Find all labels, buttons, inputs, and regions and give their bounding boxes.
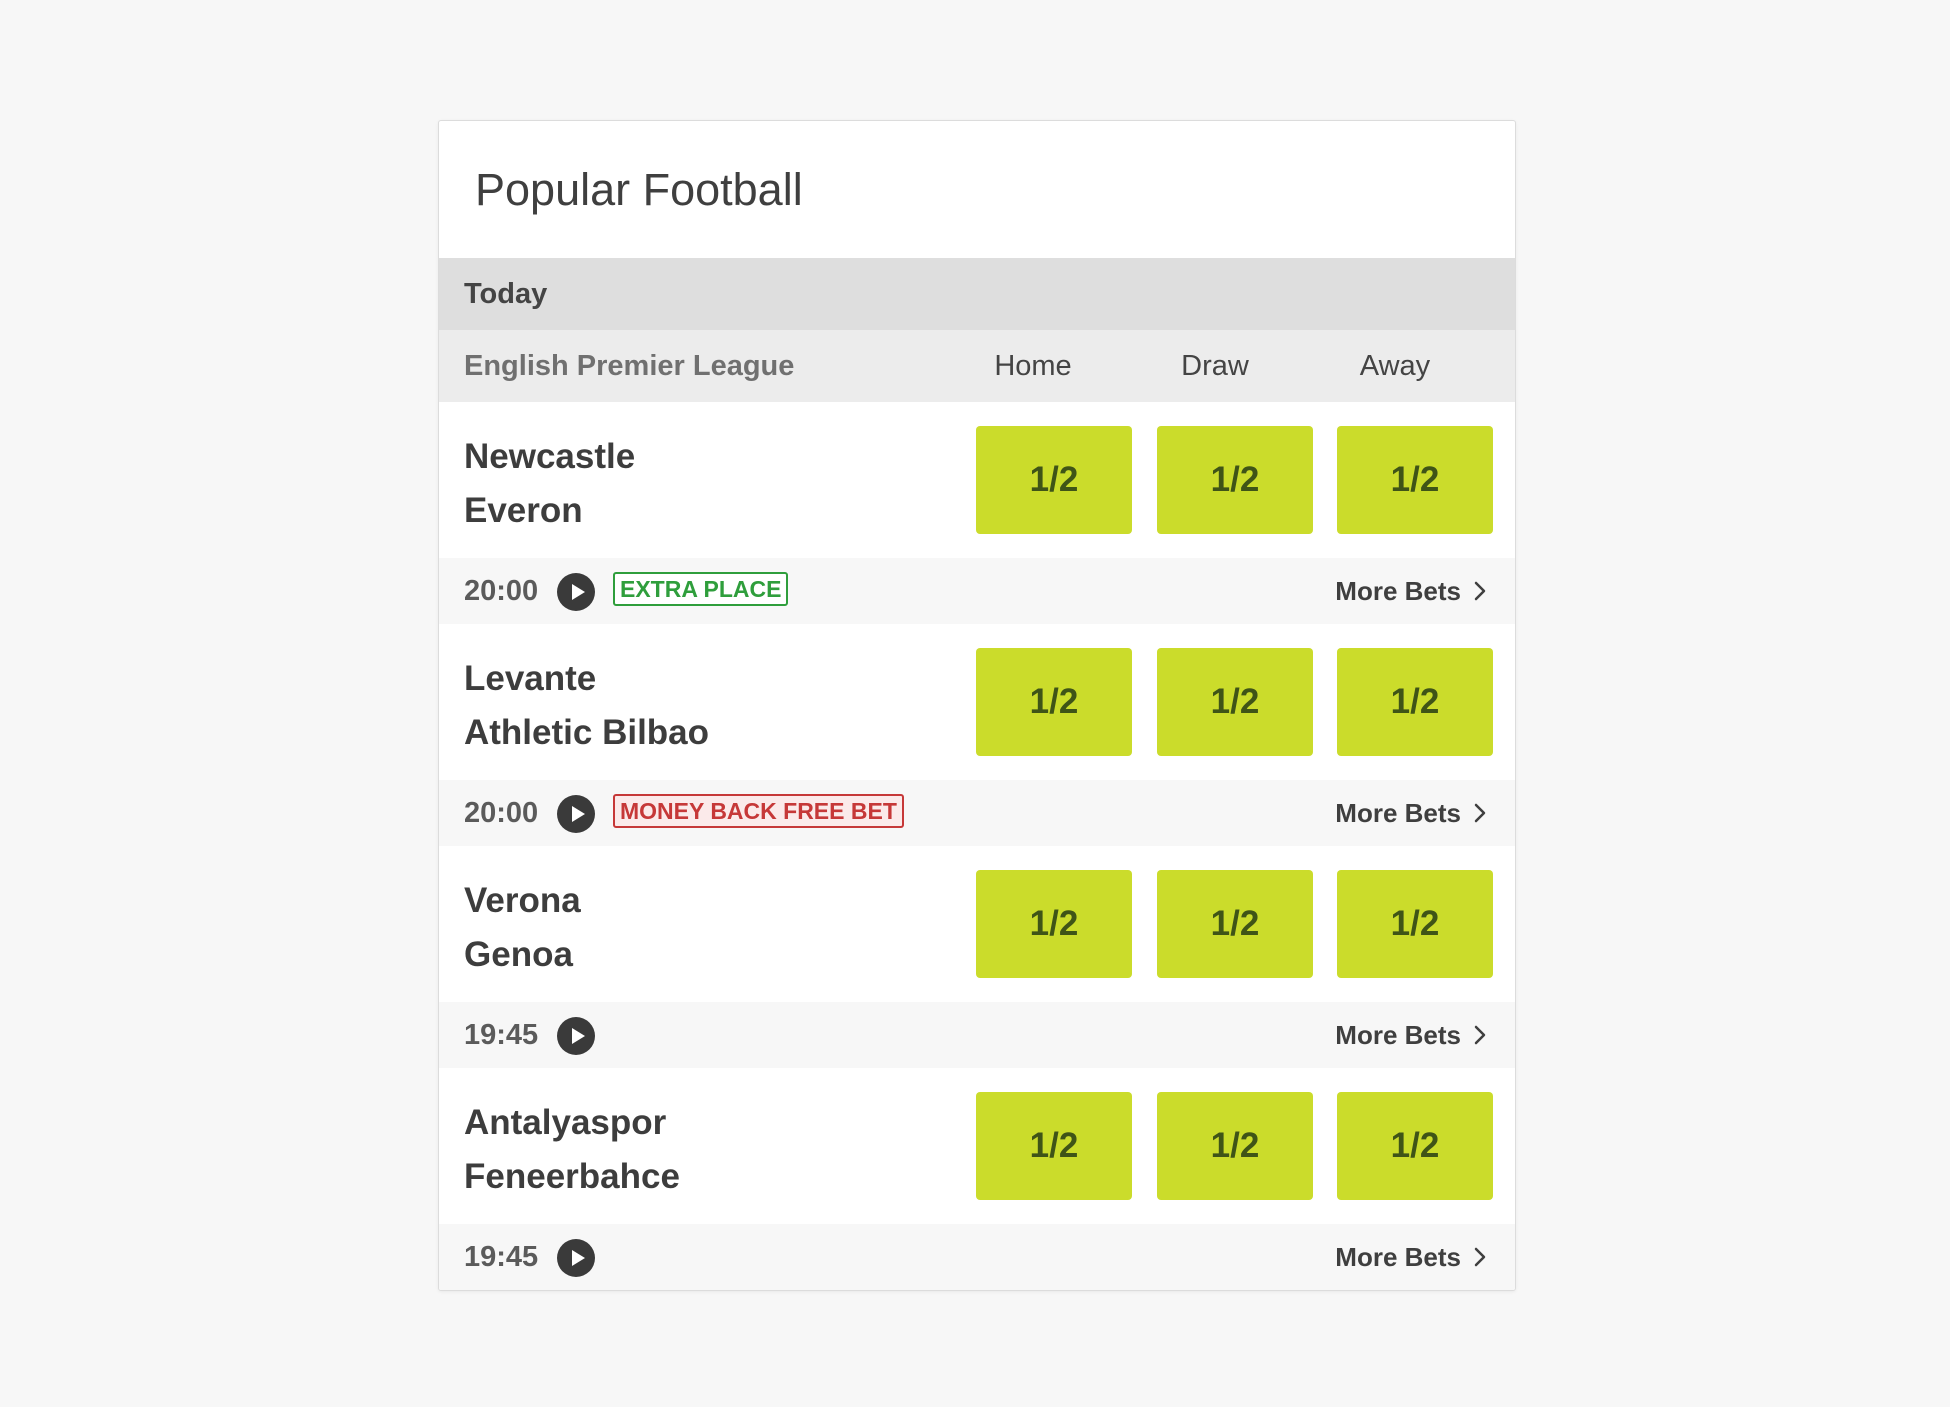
- events-list: Newcastle Everon 1/2 1/2 1/2 20:00 EXTRA…: [439, 402, 1515, 1290]
- chevron-right-icon: [1474, 1247, 1486, 1267]
- odds-away-button[interactable]: 1/2: [1337, 426, 1493, 534]
- home-team-name: Levante: [464, 659, 597, 698]
- odds-home-button[interactable]: 1/2: [976, 648, 1132, 756]
- event-item: Levante Athletic Bilbao 1/2 1/2 1/2 20:0…: [439, 624, 1515, 846]
- event-info-row: 20:00 EXTRA PLACE More Bets: [439, 558, 1515, 624]
- home-team-name: Newcastle: [464, 437, 636, 476]
- popular-football-widget: Popular Football Today English Premier L…: [438, 120, 1516, 1291]
- teams: Newcastle Everon: [464, 430, 635, 538]
- match-row: Antalyaspor Feneerbahce 1/2 1/2 1/2: [439, 1068, 1515, 1224]
- chevron-right-icon: [1474, 1025, 1486, 1045]
- column-draw-label: Draw: [1181, 349, 1249, 382]
- league-name: English Premier League: [464, 349, 795, 382]
- home-team-name: Antalyaspor: [464, 1103, 667, 1142]
- event-info-row: 20:00 MONEY BACK FREE BET More Bets: [439, 780, 1515, 846]
- widget-title: Popular Football: [475, 163, 803, 215]
- away-team-name: Genoa: [464, 935, 573, 974]
- event-info-row: 19:45 More Bets: [439, 1002, 1515, 1068]
- teams: Antalyaspor Feneerbahce: [464, 1096, 680, 1204]
- more-bets-label: More Bets: [1335, 575, 1461, 606]
- more-bets-link[interactable]: More Bets: [1335, 1224, 1487, 1290]
- event-item: Antalyaspor Feneerbahce 1/2 1/2 1/2 19:4…: [439, 1068, 1515, 1290]
- away-team-name: Everon: [464, 491, 583, 530]
- odds-draw-button[interactable]: 1/2: [1157, 1092, 1313, 1200]
- play-circle-icon[interactable]: [557, 795, 595, 833]
- play-circle-icon[interactable]: [557, 1017, 595, 1055]
- odds-draw-button[interactable]: 1/2: [1157, 648, 1313, 756]
- match-row: Levante Athletic Bilbao 1/2 1/2 1/2: [439, 624, 1515, 780]
- odds-draw-button[interactable]: 1/2: [1157, 426, 1313, 534]
- home-team-name: Verona: [464, 881, 581, 920]
- kickoff-time: 20:00: [464, 574, 539, 607]
- odds-home-button[interactable]: 1/2: [976, 1092, 1132, 1200]
- kickoff-time: 19:45: [464, 1018, 539, 1051]
- more-bets-label: More Bets: [1335, 1241, 1461, 1272]
- column-away-label: Away: [1359, 349, 1431, 382]
- more-bets-link[interactable]: More Bets: [1335, 558, 1487, 624]
- away-team-name: Feneerbahce: [464, 1157, 680, 1196]
- day-header: Today: [439, 258, 1515, 330]
- more-bets-link[interactable]: More Bets: [1335, 780, 1487, 846]
- kickoff-time: 19:45: [464, 1240, 539, 1273]
- event-item: Newcastle Everon 1/2 1/2 1/2 20:00 EXTRA…: [439, 402, 1515, 624]
- promo-badge: EXTRA PLACE: [613, 572, 789, 606]
- kickoff-time: 20:00: [464, 796, 539, 829]
- league-header: English Premier League Home Draw Away: [439, 330, 1515, 402]
- column-home-label: Home: [994, 349, 1072, 382]
- away-team-name: Athletic Bilbao: [464, 713, 710, 752]
- chevron-right-icon: [1474, 803, 1486, 823]
- odds-away-button[interactable]: 1/2: [1337, 1092, 1493, 1200]
- teams: Levante Athletic Bilbao: [464, 652, 709, 760]
- match-row: Newcastle Everon 1/2 1/2 1/2: [439, 402, 1515, 558]
- odds-away-button[interactable]: 1/2: [1337, 870, 1493, 978]
- play-circle-icon[interactable]: [557, 1239, 595, 1277]
- more-bets-link[interactable]: More Bets: [1335, 1002, 1487, 1068]
- match-row: Verona Genoa 1/2 1/2 1/2: [439, 846, 1515, 1002]
- odds-away-button[interactable]: 1/2: [1337, 648, 1493, 756]
- odds-draw-button[interactable]: 1/2: [1157, 870, 1313, 978]
- play-circle-icon[interactable]: [557, 573, 595, 611]
- more-bets-label: More Bets: [1335, 797, 1461, 828]
- odds-home-button[interactable]: 1/2: [976, 870, 1132, 978]
- more-bets-label: More Bets: [1335, 1019, 1461, 1050]
- event-info-row: 19:45 More Bets: [439, 1224, 1515, 1290]
- odds-home-button[interactable]: 1/2: [976, 426, 1132, 534]
- teams: Verona Genoa: [464, 874, 581, 982]
- chevron-right-icon: [1474, 581, 1486, 601]
- promo-badge: MONEY BACK FREE BET: [613, 794, 904, 828]
- event-item: Verona Genoa 1/2 1/2 1/2 19:45 More Bets: [439, 846, 1515, 1068]
